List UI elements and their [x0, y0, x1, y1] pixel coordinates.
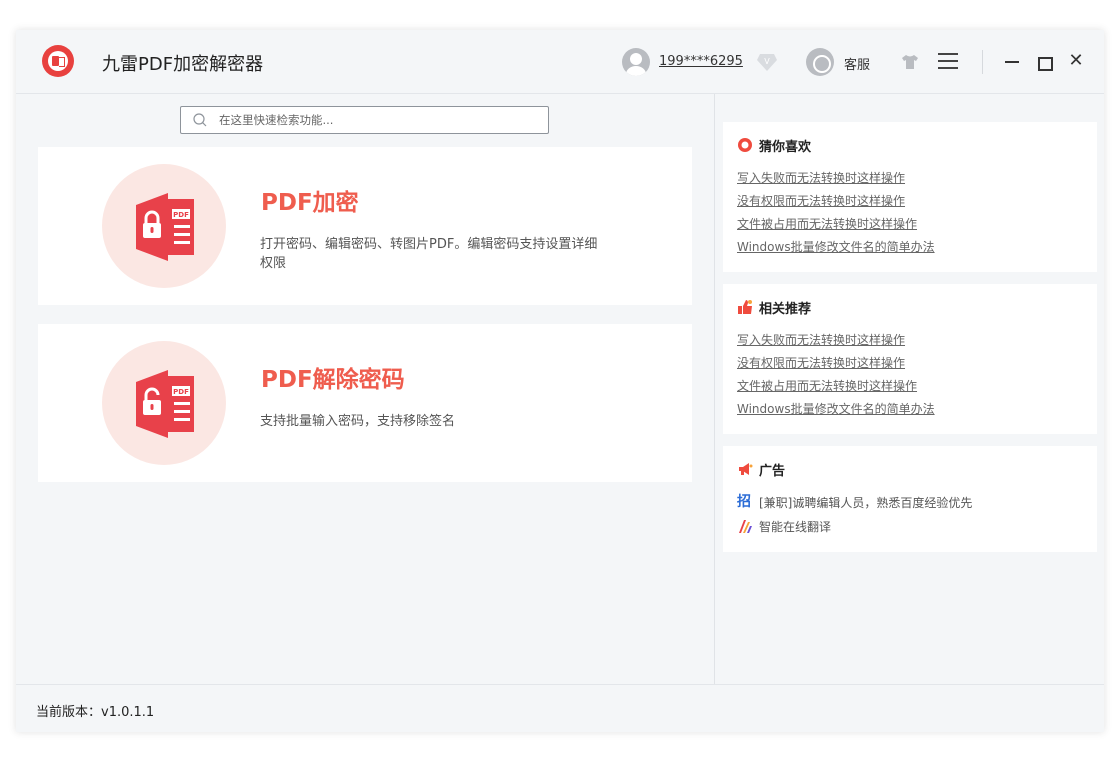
article-link[interactable]: Windows批量修改文件名的简单办法 [737, 236, 935, 259]
article-link[interactable]: 没有权限而无法转换时这样操作 [737, 352, 935, 375]
pdf-unlock-icon: PDF [136, 370, 194, 438]
search-input[interactable] [219, 111, 539, 129]
customer-service-button[interactable]: 客服 [844, 54, 870, 73]
minimize-button[interactable] [1002, 52, 1022, 72]
app-title: 九雷PDF加密解密器 [102, 54, 264, 75]
ad-text: 智能在线翻译 [759, 519, 832, 534]
feature-card-decrypt[interactable]: PDF PDF解除密码 支持批量输入密码，支持移除签名 [38, 324, 692, 482]
recommend-link-list: 写入失败而无法转换时这样操作 没有权限而无法转换时这样操作 文件被占用而无法转换… [737, 329, 935, 421]
heart-circle-icon [738, 138, 752, 152]
feature-card-encrypt[interactable]: PDF PDF加密 打开密码、编辑密码、转图片PDF。编辑密码支持设置详细权限 [38, 147, 692, 305]
thumbs-up-icon [738, 300, 752, 314]
search-icon [193, 113, 207, 127]
ad-text: [兼职]诚聘编辑人员，熟悉百度经验优先 [759, 495, 973, 510]
close-button[interactable]: ✕ [1066, 50, 1086, 72]
title-bar: 九雷PDF加密解密器 199****6295 V 客服 ✕ [16, 30, 1104, 94]
app-logo-icon [42, 45, 74, 77]
feature-title: PDF加密 [261, 190, 359, 216]
titlebar-divider [982, 50, 983, 74]
article-link[interactable]: Windows批量修改文件名的简单办法 [737, 398, 935, 421]
ads-panel: 广告 招 [兼职]诚聘编辑人员，熟悉百度经验优先 智能在线翻译 [723, 446, 1097, 552]
svg-text:V: V [764, 57, 770, 66]
search-box[interactable] [180, 106, 549, 134]
article-link[interactable]: 写入失败而无法转换时这样操作 [737, 329, 935, 352]
panel-title: 猜你喜欢 [759, 139, 812, 155]
maximize-button[interactable] [1034, 52, 1054, 72]
menu-icon[interactable] [938, 53, 958, 69]
panel-header: 广告 [737, 460, 786, 479]
panel-header: 猜你喜欢 [737, 136, 812, 155]
megaphone-icon [739, 463, 753, 475]
panel-title: 相关推荐 [759, 301, 812, 317]
ad-item-job[interactable]: 招 [兼职]诚聘编辑人员，熟悉百度经验优先 [737, 490, 972, 514]
guess-you-like-panel: 猜你喜欢 写入失败而无法转换时这样操作 没有权限而无法转换时这样操作 文件被占用… [723, 122, 1097, 272]
guess-link-list: 写入失败而无法转换时这样操作 没有权限而无法转换时这样操作 文件被占用而无法转换… [737, 167, 935, 259]
feature-title: PDF解除密码 [261, 367, 405, 393]
skin-icon[interactable] [901, 54, 919, 70]
status-bar: 当前版本：v1.0.1.1 [16, 684, 1104, 732]
user-account-link[interactable]: 199****6295 [659, 54, 743, 69]
ad-list: 招 [兼职]诚聘编辑人员，熟悉百度经验优先 智能在线翻译 [737, 490, 972, 538]
app-window: 九雷PDF加密解密器 199****6295 V 客服 ✕ PDF [16, 30, 1104, 732]
ad-item-translate[interactable]: 智能在线翻译 [737, 514, 972, 538]
user-avatar-icon[interactable] [622, 48, 650, 76]
svg-text:PDF: PDF [173, 211, 189, 219]
article-link[interactable]: 写入失败而无法转换时这样操作 [737, 167, 935, 190]
feature-description: 支持批量输入密码，支持移除签名 [260, 414, 456, 429]
related-recommend-panel: 相关推荐 写入失败而无法转换时这样操作 没有权限而无法转换时这样操作 文件被占用… [723, 284, 1097, 434]
feature-description: 打开密码、编辑密码、转图片PDF。编辑密码支持设置详细权限 [260, 237, 598, 271]
translate-logo-icon [739, 520, 752, 533]
customer-service-icon[interactable] [806, 48, 834, 76]
panel-title: 广告 [759, 463, 786, 479]
svg-text:PDF: PDF [173, 388, 189, 396]
panel-header: 相关推荐 [737, 298, 812, 317]
content-divider [714, 94, 715, 684]
pdf-lock-icon: PDF [136, 193, 194, 261]
recruit-icon: 招 [737, 494, 751, 510]
article-link[interactable]: 文件被占用而无法转换时这样操作 [737, 375, 935, 398]
version-label: 当前版本：v1.0.1.1 [36, 705, 155, 720]
vip-badge-icon[interactable]: V [756, 52, 778, 72]
article-link[interactable]: 文件被占用而无法转换时这样操作 [737, 213, 935, 236]
article-link[interactable]: 没有权限而无法转换时这样操作 [737, 190, 935, 213]
